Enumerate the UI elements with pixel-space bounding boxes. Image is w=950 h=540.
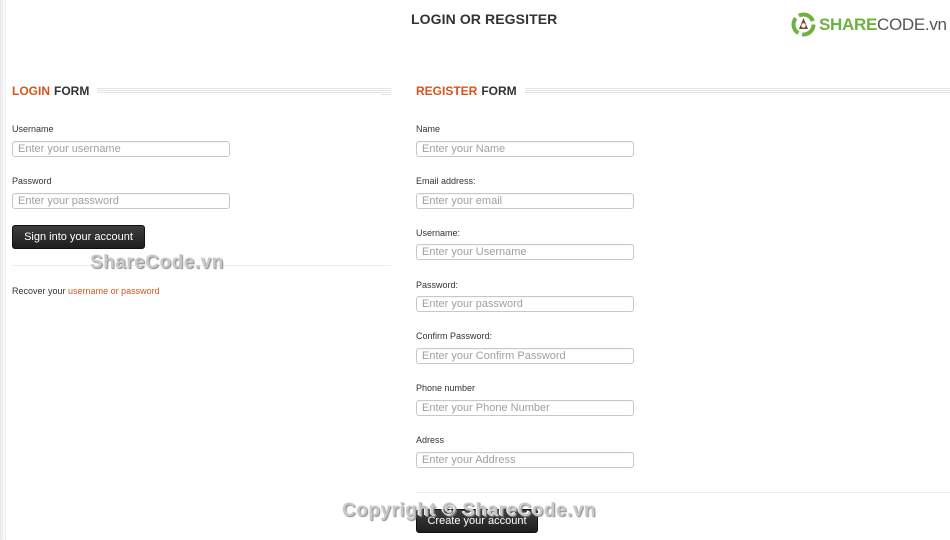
page-left-edge [0, 0, 6, 540]
login-form-heading: LOGIN FORM [12, 84, 391, 98]
login-password-input[interactable] [12, 193, 230, 209]
register-address-input[interactable] [416, 452, 634, 468]
register-confirm-password-label: Confirm Password: [416, 331, 493, 341]
sign-in-button[interactable]: Sign into your account [12, 225, 145, 249]
page-title: LOGIN OR REGSITER [411, 11, 558, 27]
login-heading-rule [97, 88, 391, 94]
register-confirm-password-input[interactable] [416, 348, 634, 364]
logo-code-text: CODE.vn [877, 14, 947, 34]
register-password-input[interactable] [416, 296, 634, 312]
register-username-label: Username: [416, 228, 461, 238]
login-username-input[interactable] [12, 141, 230, 157]
register-form-heading: REGISTER FORM [416, 84, 950, 98]
register-heading-rule [524, 88, 950, 94]
login-username-label: Username [12, 124, 54, 134]
register-name-input[interactable] [416, 141, 634, 157]
register-heading-rest: FORM [481, 84, 517, 98]
register-phone-input[interactable] [416, 400, 634, 416]
login-divider [12, 265, 391, 266]
recover-credentials-link[interactable]: username or password [68, 286, 160, 296]
recover-prefix: Recover your [12, 286, 66, 296]
sharecode-logo-text: SHARECODE.vn [819, 15, 947, 35]
login-heading-rest: FORM [54, 84, 90, 98]
logo-share-text: SHARE [819, 14, 878, 34]
create-account-button[interactable]: Create your account [416, 509, 538, 533]
register-password-label: Password: [416, 280, 459, 290]
register-address-label: Adress [416, 435, 445, 445]
register-divider [416, 492, 950, 493]
register-email-label: Email address: [416, 176, 476, 186]
recover-account-text: Recover your username or password [12, 286, 160, 296]
register-name-label: Name [416, 124, 441, 134]
login-password-label: Password [12, 176, 52, 186]
login-heading-accent: LOGIN [12, 84, 50, 98]
sharecode-logo[interactable]: SHARECODE.vn [791, 12, 947, 37]
sharecode-logo-icon [791, 12, 816, 37]
watermark-middle: ShareCode.vn [90, 252, 224, 273]
register-phone-label: Phone number [416, 383, 476, 393]
register-username-input[interactable] [416, 244, 634, 260]
register-heading-accent: REGISTER [416, 84, 478, 98]
register-heading-pre-rule [381, 90, 391, 96]
register-email-input[interactable] [416, 193, 634, 209]
